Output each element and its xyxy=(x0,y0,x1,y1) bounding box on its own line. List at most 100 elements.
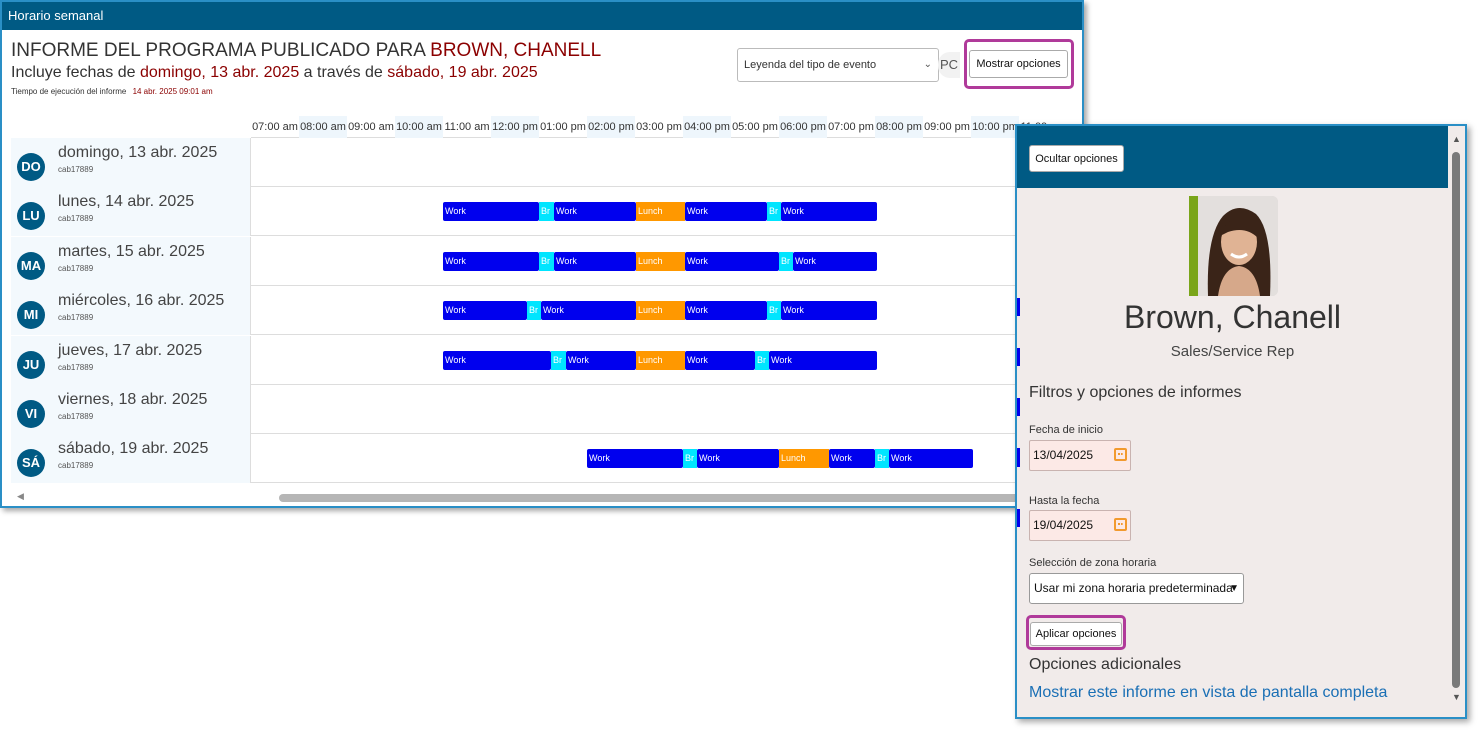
day-employee-id: cab17889 xyxy=(58,165,94,174)
day-row: VI viernes, 18 abr. 2025 cab17889 xyxy=(11,385,1082,434)
break-event[interactable]: Br xyxy=(539,252,554,271)
scroll-left-icon[interactable]: ◀ xyxy=(17,491,24,502)
work-event[interactable]: Work xyxy=(829,449,875,468)
break-event[interactable]: Br xyxy=(683,449,697,468)
timeline-tick: 09:00 pm xyxy=(924,121,970,133)
break-event[interactable]: Br xyxy=(755,351,769,370)
end-date-input[interactable]: 19/04/2025 xyxy=(1029,510,1131,541)
work-event[interactable]: Work xyxy=(587,449,683,468)
timeline-tick: 08:00 am xyxy=(299,116,347,138)
day-employee-id: cab17889 xyxy=(58,264,94,273)
date-range-mid: a través de xyxy=(303,64,383,81)
day-name: miércoles, 16 abr. 2025 xyxy=(58,292,225,309)
day-row: MA martes, 15 abr. 2025 cab17889 Work Br Work… xyxy=(11,237,1082,286)
day-badge: DO xyxy=(17,153,45,181)
work-event[interactable]: Work xyxy=(685,351,755,370)
timeline-tick: 04:00 pm xyxy=(683,116,731,138)
timeline-tick: 01:00 pm xyxy=(540,121,586,133)
work-event[interactable]: Work xyxy=(697,449,779,468)
break-event[interactable]: Br xyxy=(767,202,781,221)
timezone-label: Selección de zona horaria xyxy=(1029,557,1157,569)
day-name: viernes, 18 abr. 2025 xyxy=(58,391,208,408)
report-heading-prefix: INFORME DEL PROGRAMA PUBLICADO PARA xyxy=(11,40,425,61)
timeline-tick: 07:00 pm xyxy=(828,121,874,133)
scrollbar-thumb[interactable] xyxy=(1452,152,1460,688)
day-label: DO domingo, 13 abr. 2025 cab17889 xyxy=(11,138,251,187)
event-edge-marker xyxy=(1017,509,1020,527)
lunch-event[interactable]: Lunch xyxy=(636,351,685,370)
start-date-input[interactable]: 13/04/2025 xyxy=(1029,440,1131,471)
timezone-value: Usar mi zona horaria predeterminada xyxy=(1034,581,1233,595)
end-date-label: Hasta la fecha xyxy=(1029,495,1100,507)
weekly-schedule-window: Horario semanal INFORME DEL PROGRAMA PUB… xyxy=(0,0,1084,508)
work-event[interactable]: Work xyxy=(685,202,767,221)
lunch-event[interactable]: Lunch xyxy=(779,449,829,468)
day-name: jueves, 17 abr. 2025 xyxy=(58,342,203,359)
work-event[interactable]: Work xyxy=(443,301,527,320)
horizontal-scrollbar[interactable]: ◀ xyxy=(11,490,1082,502)
timeline-header: 07:00 am 08:00 am 09:00 am 10:00 am 11:00 am… xyxy=(251,116,1082,138)
work-event[interactable]: Work xyxy=(443,351,551,370)
work-event[interactable]: Work xyxy=(781,202,877,221)
day-label: MA martes, 15 abr. 2025 cab17889 xyxy=(11,237,251,286)
break-event[interactable]: Br xyxy=(875,449,889,468)
timeline-tick: 09:00 am xyxy=(348,121,394,133)
event-type-legend-select[interactable]: Leyenda del tipo de evento ⌄ xyxy=(737,48,939,82)
vertical-scrollbar[interactable]: ▲ ▼ xyxy=(1448,126,1465,717)
break-event[interactable]: Br xyxy=(527,301,541,320)
report-date-range: Incluye fechas de domingo, 13 abr. 2025 … xyxy=(11,64,538,82)
timeline-tick: 10:00 am xyxy=(395,116,443,138)
chevron-down-icon: ▼ xyxy=(1229,583,1239,594)
work-event[interactable]: Work xyxy=(781,301,877,320)
work-event[interactable]: Work xyxy=(685,301,767,320)
filters-heading: Filtros y opciones de informes xyxy=(1029,384,1242,401)
day-name: martes, 15 abr. 2025 xyxy=(58,243,205,260)
start-date-value: 13/04/2025 xyxy=(1033,448,1094,462)
timeline-tick: 12:00 pm xyxy=(491,116,539,138)
lunch-event[interactable]: Lunch xyxy=(636,301,685,320)
scroll-up-icon[interactable]: ▲ xyxy=(1452,134,1461,144)
lunch-event[interactable]: Lunch xyxy=(636,252,685,271)
day-badge: MI xyxy=(17,301,45,329)
work-event[interactable]: Work xyxy=(443,202,539,221)
lunch-event[interactable]: Lunch xyxy=(636,202,685,221)
work-event[interactable]: Work xyxy=(443,252,539,271)
work-event[interactable]: Work xyxy=(769,351,877,370)
day-name: lunes, 14 abr. 2025 xyxy=(58,193,195,210)
work-event[interactable]: Work xyxy=(541,301,636,320)
day-badge: VI xyxy=(17,400,45,428)
scrollbar-thumb[interactable] xyxy=(279,494,1079,502)
show-options-button[interactable]: Mostrar opciones xyxy=(969,50,1068,78)
work-event[interactable]: Work xyxy=(685,252,779,271)
work-event[interactable]: Work xyxy=(554,252,636,271)
work-event[interactable]: Work xyxy=(889,449,973,468)
window-title: Horario semanal xyxy=(2,2,1082,30)
photo-accent-bar xyxy=(1189,196,1198,296)
calendar-icon[interactable] xyxy=(1114,518,1127,531)
scroll-down-icon[interactable]: ▼ xyxy=(1452,692,1461,702)
timezone-select[interactable]: Usar mi zona horaria predeterminada ▼ xyxy=(1029,573,1244,604)
date-range-prefix: Incluye fechas de xyxy=(11,64,136,81)
day-label: JU jueves, 17 abr. 2025 cab17889 xyxy=(11,336,251,385)
day-employee-id: cab17889 xyxy=(58,363,94,372)
work-event[interactable]: Work xyxy=(554,202,636,221)
timeline-tick: 06:00 pm xyxy=(779,116,827,138)
work-event[interactable]: Work xyxy=(793,252,877,271)
day-row: MI miércoles, 16 abr. 2025 cab17889 Work Br W… xyxy=(11,286,1082,335)
break-event[interactable]: Br xyxy=(767,301,781,320)
timeline-tick: 08:00 pm xyxy=(875,116,923,138)
runtime-label: Tiempo de ejecución del informe xyxy=(11,87,127,96)
break-event[interactable]: Br xyxy=(551,351,566,370)
day-row: DO domingo, 13 abr. 2025 cab17889 xyxy=(11,138,1082,187)
apply-options-button[interactable]: Aplicar opciones xyxy=(1030,622,1122,646)
timeline-tick: 05:00 pm xyxy=(732,121,778,133)
fullscreen-view-link[interactable]: Mostrar este informe en vista de pantall… xyxy=(1029,684,1387,702)
hide-options-button[interactable]: Ocultar opciones xyxy=(1029,145,1124,172)
break-event[interactable]: Br xyxy=(779,252,793,271)
event-edge-marker xyxy=(1017,449,1020,467)
calendar-icon[interactable] xyxy=(1114,448,1127,461)
break-event[interactable]: Br xyxy=(539,202,554,221)
report-runtime: Tiempo de ejecución del informe 14 abr. … xyxy=(11,87,213,96)
work-event[interactable]: Work xyxy=(566,351,636,370)
date-range-start: domingo, 13 abr. 2025 xyxy=(139,64,300,81)
